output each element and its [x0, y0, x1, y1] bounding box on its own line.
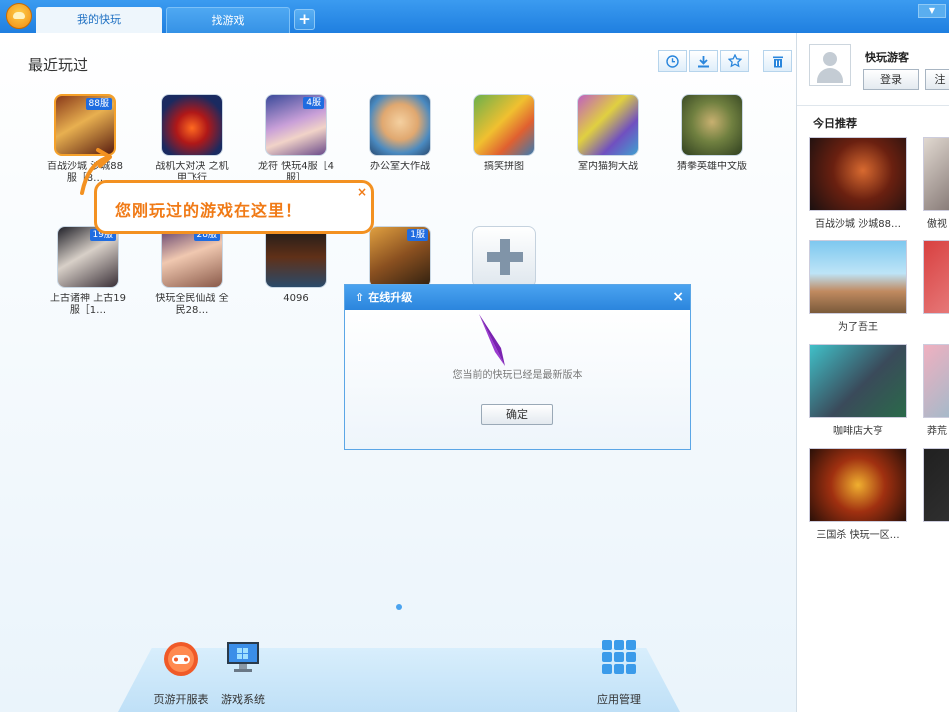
dock-label: 页游开服表: [153, 693, 209, 706]
server-badge: 88服: [85, 98, 112, 110]
dialog-title: 在线升级: [368, 291, 413, 304]
login-button[interactable]: 登录: [863, 69, 919, 90]
today-recommend-title: 今日推荐: [813, 117, 857, 130]
recent-toolbar: [658, 50, 792, 72]
game-icon: 4服: [265, 94, 327, 156]
clock-icon: [666, 54, 679, 68]
game-icon: [265, 226, 327, 288]
download-button[interactable]: [689, 50, 718, 72]
tooltip-text: 您刚玩过的游戏在这里！: [115, 201, 303, 220]
dialog-header: ⇧ 在线升级 ×: [345, 285, 690, 310]
game-tile[interactable]: 28服 快玩全民仙战 全民28…: [152, 226, 232, 317]
dock-item-server-list[interactable]: 页游开服表: [150, 641, 212, 707]
favorite-button[interactable]: [720, 50, 749, 72]
add-tab-button[interactable]: +: [294, 9, 315, 30]
dock-item-game-system[interactable]: 游戏系统: [212, 639, 274, 707]
recommend-item[interactable]: [923, 240, 949, 314]
app-grid-icon: [602, 640, 636, 674]
kuaiwan-logo-icon[interactable]: [6, 3, 32, 29]
game-icon: [161, 94, 223, 156]
recommend-thumbnail: [923, 240, 949, 314]
dock-label: 游戏系统: [221, 693, 265, 706]
game-icon: [473, 94, 535, 156]
title-bar: 我的快玩 找游戏 + ▼: [0, 0, 949, 33]
recommend-thumbnail: [809, 448, 907, 522]
window-menu-button[interactable]: ▼: [918, 4, 946, 18]
dock-item-app-management[interactable]: 应用管理: [588, 639, 650, 707]
recommend-item[interactable]: 傲视: [923, 137, 949, 230]
game-tile[interactable]: 室内猫狗大战: [568, 94, 648, 185]
game-name: 办公室大作战: [370, 161, 430, 172]
tooltip-close-button[interactable]: ×: [357, 185, 367, 199]
game-icon: [369, 94, 431, 156]
monitor-icon: [227, 642, 259, 672]
recommend-name: 傲视: [927, 219, 947, 230]
recommend-name: 咖啡店大亨: [833, 426, 883, 437]
game-icon: [681, 94, 743, 156]
game-tile[interactable]: 4096: [256, 226, 336, 317]
recommend-item[interactable]: 莽荒: [923, 344, 949, 437]
add-game-button[interactable]: [472, 226, 536, 288]
star-icon: [727, 54, 742, 68]
recommend-item[interactable]: 百战沙城 沙城88…: [809, 137, 907, 230]
game-name: 快玩全民仙战 全民28…: [155, 293, 229, 316]
guest-name: 快玩游客: [865, 51, 909, 64]
recommend-item[interactable]: 三国杀 快玩一区…: [809, 448, 907, 541]
dialog-body: 您当前的快玩已经是最新版本 确定: [345, 310, 690, 449]
recommend-thumbnail: [923, 448, 949, 522]
recommend-thumbnail: [923, 137, 949, 211]
game-name: 搞笑拼图: [484, 161, 524, 172]
recommend-name: 莽荒: [927, 426, 947, 437]
tab-my-kuaiwan[interactable]: 我的快玩: [36, 7, 162, 33]
confirm-button[interactable]: 确定: [481, 404, 553, 425]
history-clock-button[interactable]: [658, 50, 687, 72]
game-tile[interactable]: 猜拳英雄中文版: [672, 94, 752, 185]
user-avatar[interactable]: [809, 44, 851, 86]
game-tile[interactable]: 19服 上古诸神 上古19服［1…: [48, 226, 128, 317]
delete-button[interactable]: [763, 50, 792, 72]
recommend-name: 百战沙城 沙城88…: [815, 219, 901, 230]
recommend-item[interactable]: 咖啡店大亨: [809, 344, 907, 437]
page-indicator-dot[interactable]: [396, 604, 402, 610]
recommend-thumbnail: [923, 344, 949, 418]
recommend-thumbnail: [809, 137, 907, 211]
dock-label: 应用管理: [597, 693, 641, 706]
recommend-item[interactable]: [923, 448, 949, 522]
recommend-name: 三国杀 快玩一区…: [816, 530, 900, 541]
game-tile[interactable]: 4服 龙符 快玩4服［4服］: [256, 94, 336, 185]
game-tile[interactable]: 办公室大作战: [360, 94, 440, 185]
game-tile[interactable]: 战机大对决 之机甲飞行: [152, 94, 232, 185]
recent-played-title: 最近玩过: [28, 56, 89, 74]
gamepad-icon: [164, 642, 198, 676]
server-badge: 1服: [407, 229, 428, 241]
recommend-name: 为了吾王: [838, 322, 878, 333]
upgrade-arrow-icon: ⇧: [355, 291, 365, 304]
recommend-item[interactable]: 为了吾王: [809, 240, 907, 333]
tab-find-games[interactable]: 找游戏: [166, 7, 290, 33]
trash-icon: [772, 56, 783, 67]
game-icon: 19服: [57, 226, 119, 288]
online-upgrade-dialog: ⇧ 在线升级 × 您当前的快玩已经是最新版本 确定: [344, 284, 691, 450]
game-tile[interactable]: 搞笑拼图: [464, 94, 544, 185]
register-button[interactable]: 注: [925, 69, 949, 90]
game-name: 上古诸神 上古19服［1…: [50, 293, 126, 316]
game-icon: 1服: [369, 226, 431, 288]
game-icon: [577, 94, 639, 156]
dialog-message: 您当前的快玩已经是最新版本: [452, 370, 583, 381]
recommend-thumbnail: [809, 344, 907, 418]
recommend-thumbnail: [809, 240, 907, 314]
game-name: 4096: [283, 293, 309, 304]
pointer-arrow-icon: [479, 314, 505, 366]
dialog-close-button[interactable]: ×: [672, 285, 684, 310]
recent-games-tooltip: 您刚玩过的游戏在这里！ ×: [94, 180, 374, 234]
game-icon: 28服: [161, 226, 223, 288]
server-badge: 4服: [303, 97, 324, 109]
game-name: 室内猫狗大战: [578, 161, 638, 172]
game-name: 猜拳英雄中文版: [677, 161, 747, 172]
download-icon: [698, 55, 709, 67]
right-sidebar: 快玩游客 登录 注 今日推荐 百战沙城 沙城88… 傲视 为了吾王 咖啡店大亨 …: [796, 33, 949, 712]
sidebar-divider: [797, 105, 949, 106]
